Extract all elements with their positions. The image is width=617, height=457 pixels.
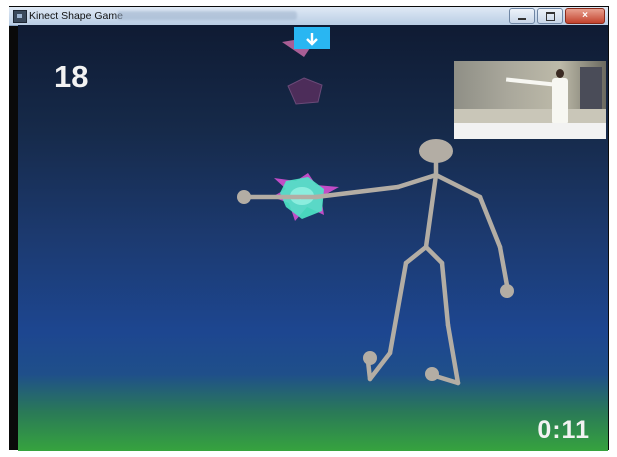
- right-hand-joint: [500, 284, 514, 298]
- person-body: [552, 78, 568, 123]
- purple-pentagon: [287, 77, 323, 105]
- close-icon: ×: [582, 10, 588, 21]
- title-bar[interactable]: Kinect Shape Game ×: [9, 7, 608, 26]
- minimize-button[interactable]: [509, 8, 535, 24]
- left-shoulder-bone: [395, 172, 439, 190]
- person-icon: [505, 69, 576, 123]
- spine-bone: [423, 172, 439, 250]
- close-button[interactable]: ×: [565, 8, 605, 24]
- person-head: [556, 69, 564, 78]
- blurred-title-text: [117, 11, 297, 20]
- left-thigh-bone: [387, 260, 409, 356]
- window-title: Kinect Shape Game: [29, 10, 123, 22]
- player-skeleton: [243, 160, 511, 386]
- right-thigh-bone: [439, 260, 451, 328]
- left-hip-bone: [403, 244, 429, 266]
- skeleton-head: [419, 139, 453, 163]
- game-timer: 0:11: [537, 416, 590, 444]
- minimize-icon: [518, 17, 526, 20]
- right-upper-arm-bone: [477, 194, 503, 250]
- right-shoulder-bone: [433, 172, 483, 200]
- right-shin-bone: [445, 322, 461, 386]
- score-counter: 18: [54, 59, 89, 94]
- app-icon: [13, 10, 27, 23]
- maximize-icon: [545, 11, 555, 21]
- background-floor: [454, 109, 606, 123]
- left-foot-joint: [363, 351, 377, 365]
- game-canvas[interactable]: ~ 18 0:11: [18, 25, 608, 451]
- camera-preview: [454, 61, 606, 139]
- maximize-button[interactable]: [537, 8, 563, 24]
- person-arm: [505, 77, 555, 87]
- window-controls: ×: [507, 8, 605, 24]
- left-hand-joint: [237, 190, 251, 204]
- camera-feed: [454, 61, 606, 123]
- right-hip-bone: [423, 244, 445, 266]
- right-foot-joint: [425, 367, 439, 381]
